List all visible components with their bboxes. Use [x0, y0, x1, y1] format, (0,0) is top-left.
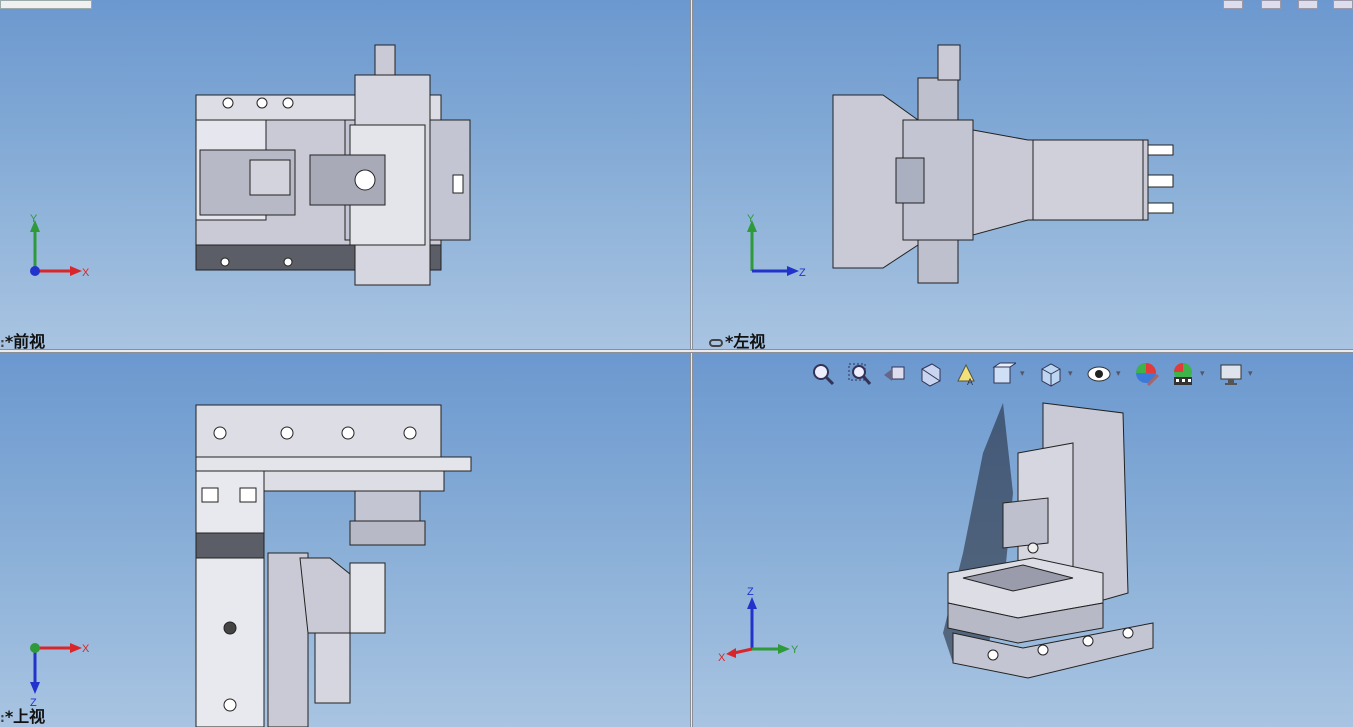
- maximize-pane-icon[interactable]: [1261, 0, 1281, 9]
- restore-pane-icon[interactable]: [1298, 0, 1318, 9]
- axis-z-label: Z: [747, 586, 754, 598]
- axis-x-label: X: [82, 643, 90, 655]
- heads-up-view-toolbar: A ▾ ▾ ▾ ▾ ▾: [808, 359, 1258, 389]
- viewport-left[interactable]: Y Z *左视: [693, 0, 1353, 349]
- axis-z-label: Z: [799, 267, 806, 279]
- machine-left-view: [832, 44, 1174, 284]
- close-pane-icon[interactable]: [1333, 0, 1353, 9]
- view-label-left: *左视: [709, 328, 765, 349]
- viewport-splitter-horizontal[interactable]: [0, 349, 1353, 353]
- dropdown-arrow-icon[interactable]: ▾: [1248, 369, 1254, 379]
- axis-triad-front: Y X: [30, 213, 90, 279]
- axis-triad-top: Z X: [30, 643, 90, 708]
- viewport-splitter-vertical[interactable]: [690, 0, 693, 727]
- edit-appearance-icon[interactable]: [1132, 359, 1162, 389]
- hide-show-items-icon[interactable]: [1084, 359, 1114, 389]
- display-style-icon[interactable]: [1036, 359, 1066, 389]
- view-label-front: :*前视: [0, 332, 46, 349]
- zoom-to-area-icon[interactable]: [844, 359, 874, 389]
- machine-top-view: [195, 404, 472, 727]
- view-label-top: :*上视: [0, 707, 46, 726]
- apply-scene-icon[interactable]: [1168, 359, 1198, 389]
- dropdown-arrow-icon[interactable]: ▾: [1068, 369, 1074, 379]
- axis-y-label: Y: [791, 644, 799, 656]
- dropdown-arrow-icon[interactable]: ▾: [1020, 369, 1026, 379]
- axis-triad-iso: Z X Y: [718, 586, 799, 664]
- minimize-pane-icon[interactable]: [1223, 0, 1243, 9]
- axis-triad-left: Y Z: [747, 213, 806, 279]
- axis-y-label: Y: [747, 213, 755, 225]
- viewport-top[interactable]: Z X :*上视: [0, 353, 690, 727]
- machine-front-view: [195, 44, 471, 286]
- svg-text:A: A: [967, 377, 973, 387]
- dropdown-arrow-icon[interactable]: ▾: [1200, 369, 1206, 379]
- dynamic-annotation-icon[interactable]: A: [952, 359, 982, 389]
- link-view-icon[interactable]: [709, 338, 723, 347]
- previous-view-icon[interactable]: [880, 359, 910, 389]
- dropdown-arrow-icon[interactable]: ▾: [1116, 369, 1122, 379]
- view-settings-icon[interactable]: [1216, 359, 1246, 389]
- viewport-iso[interactable]: A ▾ ▾ ▾ ▾ ▾ Z X Y: [693, 353, 1353, 727]
- machine-isometric-view: [943, 402, 1154, 679]
- axis-y-label: Y: [30, 213, 38, 225]
- view-orientation-icon[interactable]: [988, 359, 1018, 389]
- axis-x-label: X: [718, 652, 726, 664]
- section-view-icon[interactable]: [916, 359, 946, 389]
- axis-x-label: X: [82, 267, 90, 279]
- viewport-front[interactable]: Y X :*前视: [0, 0, 690, 349]
- zoom-to-fit-icon[interactable]: [808, 359, 838, 389]
- tab-handle[interactable]: [0, 0, 92, 9]
